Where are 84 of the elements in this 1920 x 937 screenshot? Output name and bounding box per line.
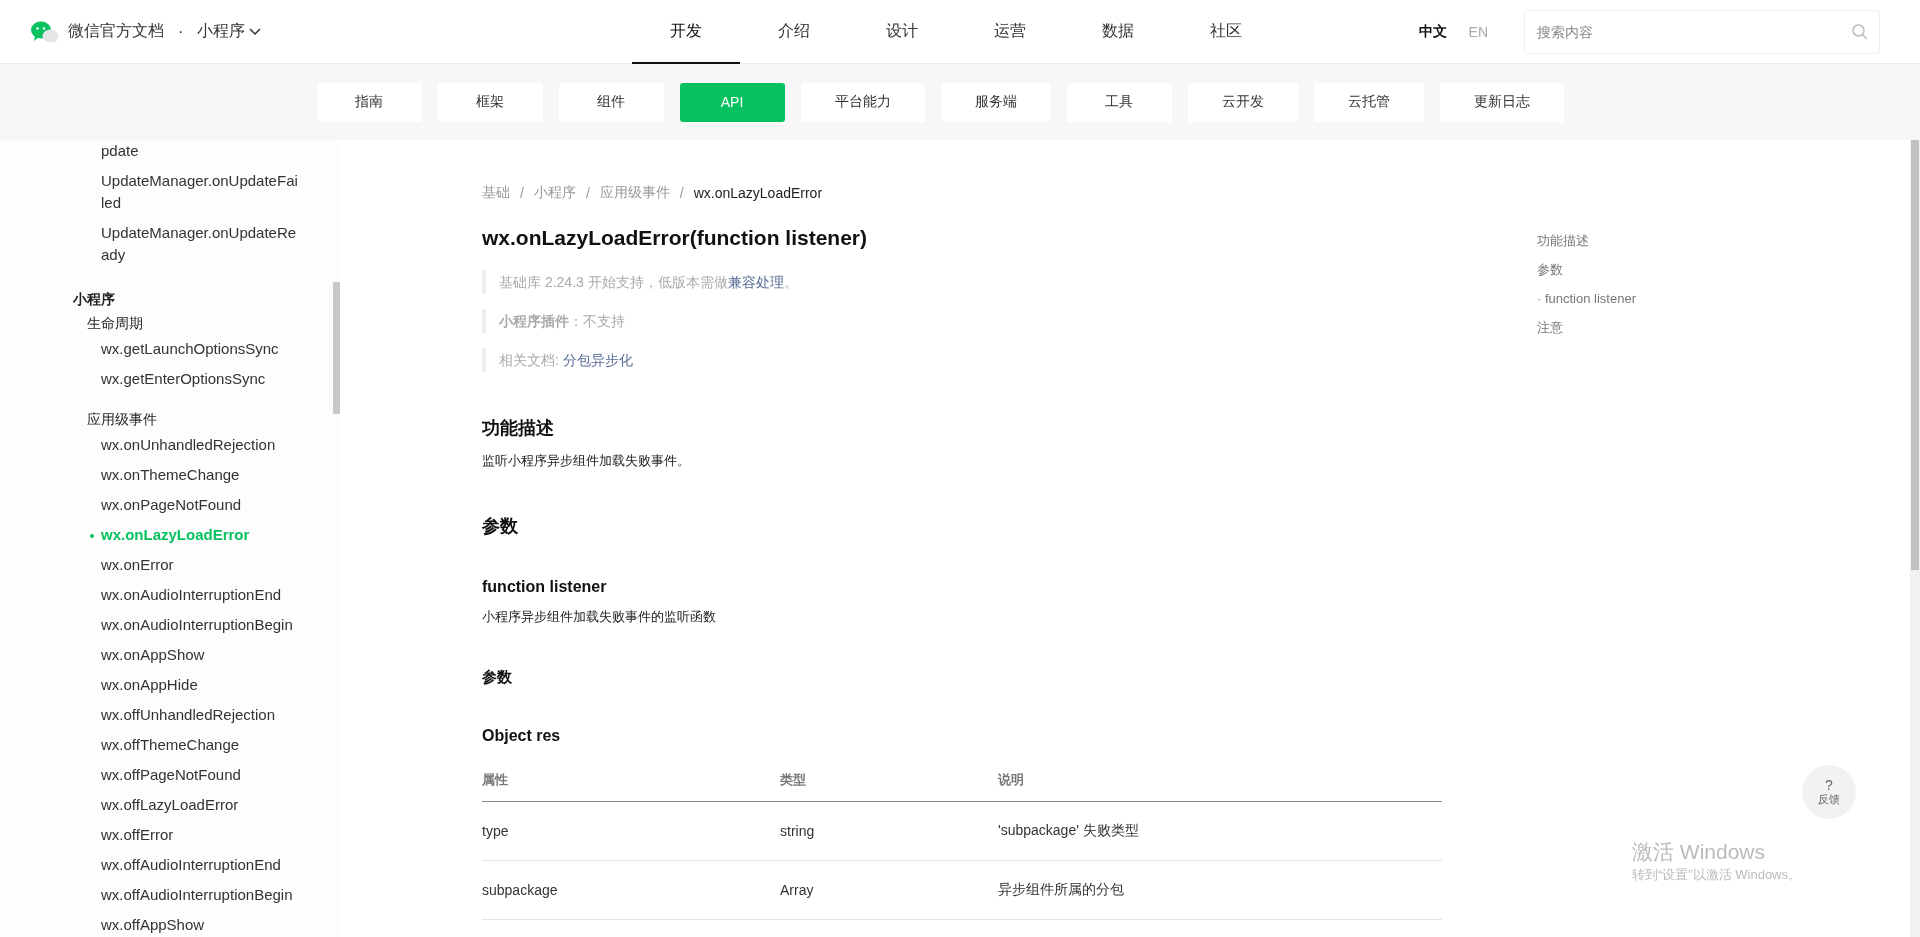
breadcrumb-separator: / — [585, 185, 590, 201]
sidebar-item[interactable]: wx.offError — [101, 820, 301, 850]
table-cell: Array — [780, 860, 998, 920]
table-cell: 异步组件所属的分包 — [998, 860, 1442, 920]
activation-notice-title: 激活 Windows — [1632, 839, 1767, 865]
sidebar-item[interactable]: wx.offUnhandledRejection — [101, 700, 301, 730]
doc-link[interactable]: 兼容处理 — [727, 274, 784, 290]
sidebar-item[interactable]: UpdateManager.onUpdateReady — [101, 218, 301, 270]
sidebar-item[interactable]: wx.offAudioInterruptionEnd — [101, 850, 301, 880]
info-note: 小程序插件：不支持 — [482, 309, 1442, 333]
description-text: 监听小程序异步组件加载失败事件。 — [482, 452, 691, 470]
toc-link[interactable]: 功能描述 — [1537, 232, 1636, 250]
sidebar-item[interactable]: wx.onAudioInterruptionEnd — [101, 580, 301, 610]
language-option[interactable]: 中文 — [1418, 22, 1447, 41]
minor-heading: 参数 — [482, 668, 513, 687]
sidebar-item[interactable]: wx.onError — [101, 550, 301, 580]
sidebar-item[interactable]: wx.offAudioInterruptionBegin — [101, 880, 301, 910]
brand-separator: · — [178, 22, 184, 41]
sidebar-item[interactable]: wx.onAudioInterruptionBegin — [101, 610, 301, 640]
chevron-down-icon — [249, 27, 262, 36]
table-cell: 'subpackage' 失败类型 — [998, 801, 1442, 861]
sidebar-item[interactable]: wx.onAppShow — [101, 640, 301, 670]
sidebar-section[interactable]: 生命周期 — [87, 312, 143, 334]
category-tab[interactable]: 工具 — [1066, 82, 1172, 122]
sidebar-item[interactable]: pdate — [101, 140, 301, 166]
nav-tab[interactable]: 开发 — [632, 0, 740, 64]
toc-link[interactable]: · function listener — [1537, 290, 1636, 308]
table-cell: type — [482, 801, 780, 861]
sidebar-item[interactable]: wx.getEnterOptionsSync — [101, 364, 301, 394]
nav-tab[interactable]: 运营 — [956, 0, 1064, 64]
product-dropdown[interactable]: 小程序 — [197, 21, 262, 42]
nav-tab[interactable]: 社区 — [1172, 0, 1280, 64]
doc-link[interactable]: 分包异步化 — [562, 352, 633, 368]
toc-link[interactable]: 注意 — [1537, 319, 1636, 337]
sidebar-item[interactable]: wx.offAppShow — [101, 910, 301, 937]
scrollbar-thumb[interactable] — [1911, 140, 1919, 570]
toc-link[interactable]: 参数 — [1537, 261, 1636, 279]
activation-notice-text: 转到“设置”以激活 Windows。 — [1632, 866, 1801, 884]
active-dot-icon — [90, 534, 94, 538]
sidebar-item[interactable]: wx.onPageNotFound — [101, 490, 301, 520]
breadcrumb-separator: / — [679, 185, 684, 201]
feedback-button[interactable]: ? 反馈 — [1802, 765, 1856, 819]
brand-name: 微信官方文档 — [68, 21, 164, 41]
description-text: 小程序异步组件加载失败事件的监听函数 — [482, 608, 717, 626]
category-tab[interactable]: 框架 — [437, 82, 543, 122]
table-cell: subpackage — [482, 860, 780, 920]
breadcrumb-separator: / — [520, 185, 524, 201]
sidebar-item[interactable]: wx.onAppHide — [101, 670, 301, 700]
category-tab[interactable]: 更新日志 — [1439, 82, 1564, 122]
sidebar-group[interactable]: 小程序 — [73, 288, 115, 310]
sidebar-item[interactable]: wx.offThemeChange — [101, 730, 301, 760]
page-title: wx.onLazyLoadError(function listener) — [482, 226, 869, 250]
column-header: 说明 — [998, 757, 1442, 802]
category-tab[interactable]: 服务端 — [940, 82, 1051, 122]
search-field[interactable]: 搜索内容 — [1524, 9, 1880, 54]
search-icon — [1852, 23, 1868, 40]
page-scrollbar[interactable] — [1910, 140, 1920, 937]
sidebar-item[interactable]: wx.onUnhandledRejection — [101, 430, 301, 460]
sidebar-item[interactable]: wx.onThemeChange — [101, 460, 301, 490]
nav-tab[interactable]: 数据 — [1064, 0, 1172, 64]
info-note: 基础库 2.24.3 开始支持，低版本需做兼容处理。 — [482, 270, 1442, 294]
sidebar-item[interactable]: wx.getLaunchOptionsSync — [101, 334, 301, 364]
subsection-heading: Object res — [482, 727, 562, 745]
category-tab[interactable]: 云托管 — [1313, 82, 1424, 122]
nav-tab[interactable]: 设计 — [848, 0, 956, 64]
sidebar-scrollbar[interactable] — [333, 282, 340, 414]
subsection-heading: function listener — [482, 578, 608, 596]
info-note: 相关文档: 分包异步化 — [482, 348, 1442, 372]
table-cell: string — [780, 801, 998, 861]
sidebar-item[interactable]: UpdateManager.onUpdateFailed — [101, 166, 301, 218]
sidebar-section[interactable]: 应用级事件 — [87, 408, 157, 430]
category-tab[interactable]: 云开发 — [1187, 82, 1298, 122]
wechat-logo-icon — [30, 19, 60, 44]
column-header: 类型 — [780, 757, 998, 802]
sidebar-item[interactable]: wx.offLazyLoadError — [101, 790, 301, 820]
category-tab[interactable]: 组件 — [558, 82, 664, 122]
section-heading: 功能描述 — [482, 417, 555, 440]
column-header: 属性 — [482, 757, 780, 802]
nav-tab[interactable]: 介绍 — [740, 0, 848, 64]
sidebar-item[interactable]: wx.offPageNotFound — [101, 760, 301, 790]
breadcrumb-link[interactable]: wx.onLazyLoadError — [693, 185, 823, 201]
section-heading: 参数 — [482, 515, 519, 538]
category-tab[interactable]: 指南 — [316, 82, 422, 122]
category-tab[interactable]: 平台能力 — [800, 82, 925, 122]
